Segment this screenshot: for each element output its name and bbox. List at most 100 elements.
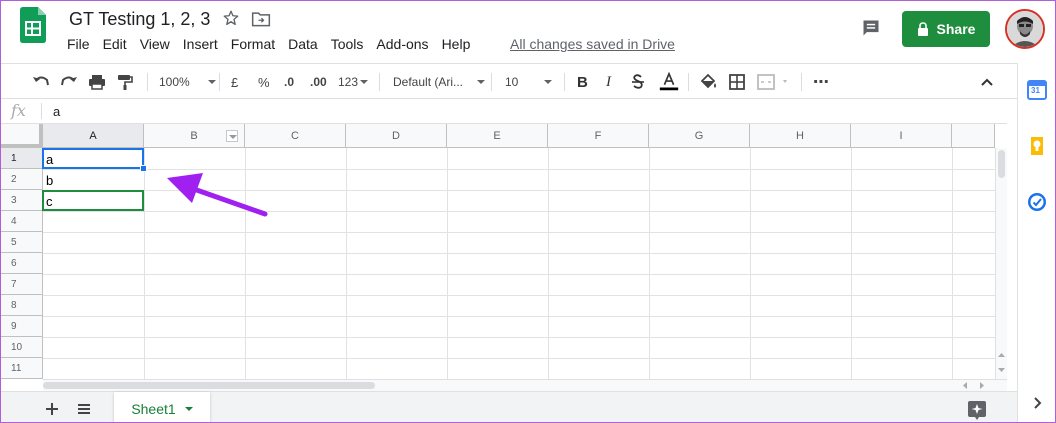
number-format-label: 123 [338,75,359,89]
column-header-a[interactable]: A [43,124,144,148]
zoom-value: 100% [159,75,190,89]
chevron-right-icon[interactable] [1027,393,1047,413]
formula-bar: fx a [1,99,1007,124]
fill-color-icon[interactable] [698,71,718,93]
select-all-corner[interactable] [1,124,43,148]
all-sheets-list-icon[interactable] [77,402,91,416]
chevron-down-icon [477,80,486,84]
borders-icon[interactable] [728,71,746,93]
keep-icon[interactable] [1027,136,1047,156]
menu-insert[interactable]: Insert [183,36,218,52]
font-label: Default (Ari... [393,75,464,89]
row-header-7[interactable]: 7 [1,274,43,295]
print-icon[interactable] [87,71,107,93]
redo-icon[interactable] [59,71,79,93]
menu-view[interactable]: View [140,36,170,52]
share-label: Share [936,21,976,37]
calendar-icon[interactable]: 31 [1027,80,1047,100]
menu-data[interactable]: Data [288,36,318,52]
share-button[interactable]: Share [902,11,990,47]
merge-cells-icon[interactable] [756,71,792,93]
menu-tools[interactable]: Tools [331,36,364,52]
chevron-down-icon [360,80,369,84]
horizontal-scroll-thumb[interactable] [43,382,375,389]
column-header-i[interactable]: I [851,124,952,148]
vertical-scroll-thumb[interactable] [998,150,1005,178]
menu-addons[interactable]: Add-ons [376,36,428,52]
chevron-down-icon [544,80,553,84]
column-menu-button[interactable] [226,130,238,142]
scroll-up-arrow-icon[interactable] [997,351,1006,360]
sheets-logo-icon[interactable] [20,7,46,43]
scroll-right-arrow-icon[interactable] [977,381,986,390]
row-header-10[interactable]: 10 [1,337,43,358]
bold-button[interactable]: B [577,71,588,93]
paint-format-icon[interactable] [115,71,135,93]
spreadsheet-grid[interactable]: A B C D E F G H I 1 2 3 4 5 6 7 8 9 10 1… [1,124,995,379]
column-header-h[interactable]: H [750,124,851,148]
cell-a2[interactable]: b [46,173,53,188]
collaborator-cell-highlight [42,190,144,211]
comment-history-icon[interactable] [861,18,881,38]
column-header-b[interactable]: B [144,124,245,148]
vertical-scrollbar[interactable] [995,148,1007,379]
font-size-select[interactable]: 10 [505,71,553,93]
annotation-arrow-icon [167,173,268,217]
column-header-j[interactable] [952,124,995,148]
column-header-e[interactable]: E [447,124,548,148]
row-header-11[interactable]: 11 [1,358,43,379]
number-format-select[interactable]: 123 [338,71,369,93]
row-header-1[interactable]: 1 [1,148,43,169]
row-header-4[interactable]: 4 [1,211,43,232]
menu-help[interactable]: Help [442,36,471,52]
calendar-day-label: 31 [1031,86,1040,95]
chevron-down-icon [207,80,216,84]
formula-input[interactable]: a [53,104,60,119]
column-header-b-label: B [190,129,198,142]
italic-button[interactable]: I [606,71,611,93]
tasks-icon[interactable] [1027,192,1047,212]
column-header-c[interactable]: C [245,124,346,148]
decrease-decimal-button[interactable]: .0 [284,71,294,93]
column-header-d[interactable]: D [346,124,447,148]
row-header-8[interactable]: 8 [1,295,43,316]
move-to-folder-icon[interactable] [251,10,271,28]
explore-icon[interactable] [967,400,987,420]
menu-edit[interactable]: Edit [103,36,127,52]
row-header-6[interactable]: 6 [1,253,43,274]
add-sheet-icon[interactable] [45,402,59,416]
text-color-icon[interactable] [658,71,680,93]
document-title[interactable]: GT Testing 1, 2, 3 [69,9,210,30]
app-window: GT Testing 1, 2, 3 File Edit View Insert… [0,0,1056,423]
row-header-3[interactable]: 3 [1,190,43,211]
column-header-g[interactable]: G [649,124,750,148]
scroll-down-arrow-icon[interactable] [997,365,1006,374]
save-status-link[interactable]: All changes saved in Drive [510,36,675,52]
scroll-left-arrow-icon[interactable] [961,381,970,390]
zoom-select[interactable]: 100% [159,71,216,93]
avatar[interactable] [1005,9,1045,49]
star-icon[interactable] [222,9,240,27]
more-options-button[interactable]: ⋯ [813,71,829,93]
column-header-f[interactable]: F [548,124,649,148]
undo-icon[interactable] [31,71,51,93]
currency-format-button[interactable]: £ [231,71,238,93]
increase-decimal-button[interactable]: .00 [310,71,327,93]
row-header-2[interactable]: 2 [1,169,43,190]
font-size-label: 10 [505,75,519,89]
toolbar: 100% £ % .0 .00 123 Default (Ari... 10 B… [1,63,1017,99]
sheet-tab-label: Sheet1 [131,400,176,417]
percent-format-button[interactable]: % [258,71,270,93]
horizontal-scrollbar[interactable] [43,379,1007,391]
menu-file[interactable]: File [67,36,90,52]
strikethrough-icon[interactable] [630,71,646,93]
menu-format[interactable]: Format [231,36,275,52]
sheet-tab-bar: Sheet1 [1,391,1017,422]
font-select[interactable]: Default (Ari... [393,71,486,93]
row-header-9[interactable]: 9 [1,316,43,337]
sheet-tab-sheet1[interactable]: Sheet1 [114,392,210,422]
side-panel: 31 [1017,63,1055,422]
fill-handle[interactable] [140,165,147,172]
chevron-up-icon[interactable] [979,71,995,93]
row-header-5[interactable]: 5 [1,232,43,253]
